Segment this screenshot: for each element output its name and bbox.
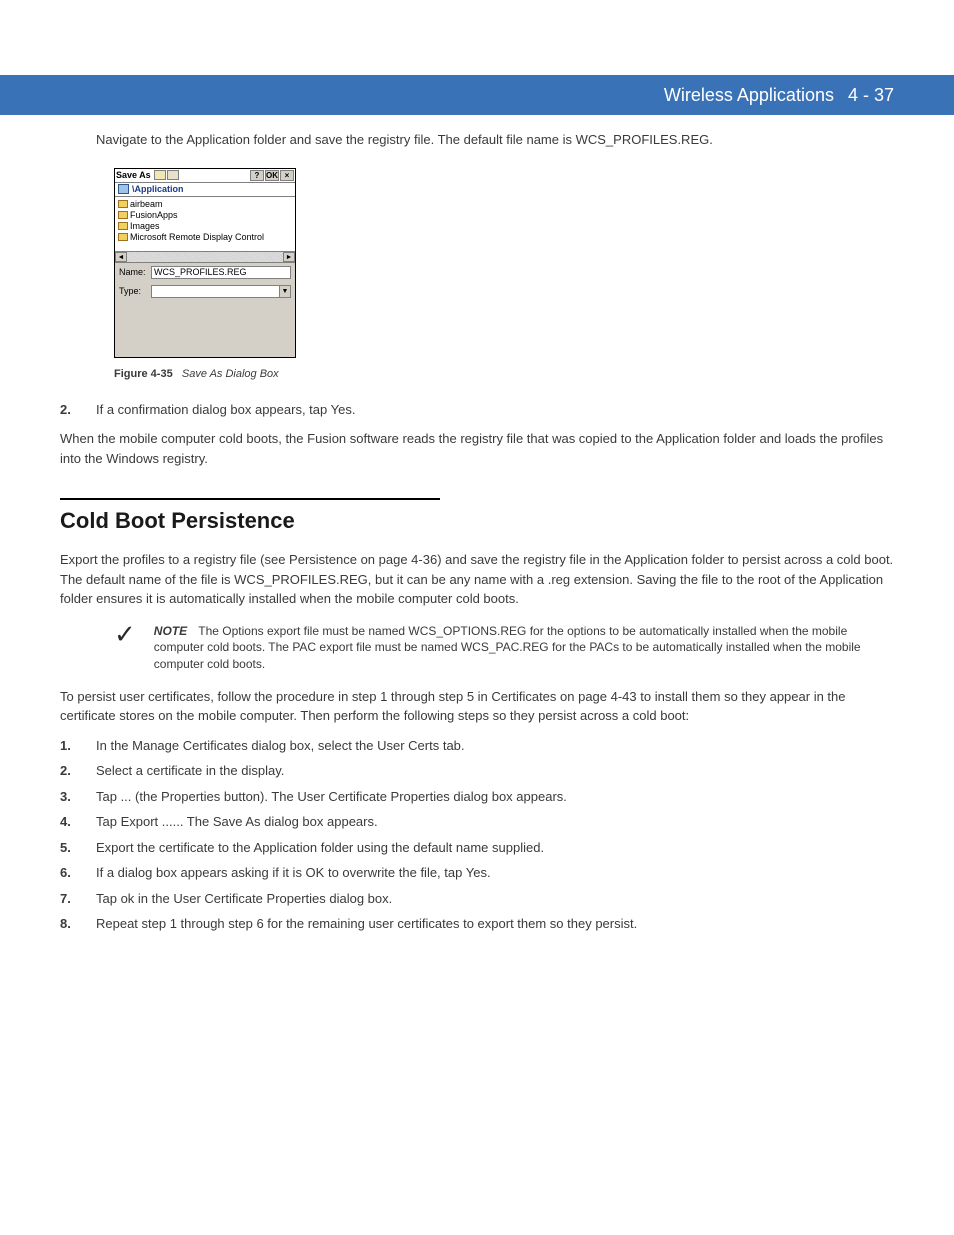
location-icon xyxy=(118,184,129,194)
list-item[interactable]: Images xyxy=(118,221,292,232)
list-item[interactable]: airbeam xyxy=(118,199,292,210)
persist-step: 5.Export the certificate to the Applicat… xyxy=(60,838,894,858)
folder-icon xyxy=(118,200,128,208)
path-text: \Application xyxy=(132,184,184,194)
scroll-track[interactable] xyxy=(127,252,283,262)
note-label: NOTE xyxy=(154,624,187,638)
step-number: 2. xyxy=(60,400,96,420)
check-icon: ✓ xyxy=(114,621,136,647)
step-text: If a dialog box appears asking if it is … xyxy=(96,863,894,883)
section-title: Cold Boot Persistence xyxy=(60,508,894,534)
persist-step: 6.If a dialog box appears asking if it i… xyxy=(60,863,894,883)
folder-icon xyxy=(118,222,128,230)
type-label: Type: xyxy=(119,286,151,296)
help-button[interactable]: ? xyxy=(250,170,264,181)
note-text: The Options export file must be named WC… xyxy=(154,624,861,672)
list-item[interactable]: FusionApps xyxy=(118,210,292,221)
folder-icon xyxy=(118,233,128,241)
save-as-dialog: Save As ? OK × \Application airbeam Fusi… xyxy=(114,168,296,358)
persist-step: 2.Select a certificate in the display. xyxy=(60,761,894,781)
header-title: Wireless Applications xyxy=(664,85,834,106)
type-select[interactable]: ▼ xyxy=(151,285,291,298)
persist-step: 8.Repeat step 1 through step 6 for the r… xyxy=(60,914,894,934)
page-header: Wireless Applications 4 - 37 xyxy=(0,75,954,115)
step-2: 2. If a confirmation dialog box appears,… xyxy=(60,400,894,420)
dialog-titlebar: Save As ? OK × xyxy=(115,169,295,183)
type-row: Type: ▼ xyxy=(115,282,295,301)
step-number: 1. xyxy=(60,736,96,756)
step-number: 6. xyxy=(60,863,96,883)
step-number: 2. xyxy=(60,761,96,781)
step-text: Export the certificate to the Applicatio… xyxy=(96,838,894,858)
step-text: Select a certificate in the display. xyxy=(96,761,894,781)
step-text: If a confirmation dialog box appears, ta… xyxy=(96,400,894,420)
chevron-down-icon[interactable]: ▼ xyxy=(279,286,290,297)
step-text: Tap ... (the Properties button). The Use… xyxy=(96,787,894,807)
step-number: 3. xyxy=(60,787,96,807)
section-rule xyxy=(60,498,440,500)
horizontal-scrollbar[interactable]: ◄ ► xyxy=(115,251,295,263)
step-text: In the Manage Certificates dialog box, s… xyxy=(96,736,894,756)
note-body: NOTE The Options export file must be nam… xyxy=(154,623,894,673)
scroll-left-icon[interactable]: ◄ xyxy=(115,252,127,262)
step-text: Repeat step 1 through step 6 for the rem… xyxy=(96,914,894,934)
folder-icon xyxy=(118,211,128,219)
scroll-right-icon[interactable]: ► xyxy=(283,252,295,262)
cold-boot-para: Export the profiles to a registry file (… xyxy=(60,550,894,609)
figure-title: Save As Dialog Box xyxy=(182,368,279,380)
name-input[interactable]: WCS_PROFILES.REG xyxy=(151,266,291,279)
file-list[interactable]: airbeam FusionApps Images Microsoft Remo… xyxy=(115,197,295,251)
persist-para: To persist user certificates, follow the… xyxy=(60,687,894,726)
figure-label: Figure 4-35 xyxy=(114,368,173,380)
step-number: 7. xyxy=(60,889,96,909)
after-step-para: When the mobile computer cold boots, the… xyxy=(60,429,894,468)
step-number: 5. xyxy=(60,838,96,858)
close-button[interactable]: × xyxy=(280,170,294,181)
name-label: Name: xyxy=(119,267,151,277)
save-as-dialog-figure: Save As ? OK × \Application airbeam Fusi… xyxy=(114,168,296,358)
step-text: Tap ok in the User Certificate Propertie… xyxy=(96,889,894,909)
header-page: 4 - 37 xyxy=(848,85,894,106)
persist-step: 3.Tap ... (the Properties button). The U… xyxy=(60,787,894,807)
intro-line: Navigate to the Application folder and s… xyxy=(96,130,894,150)
step-text: Tap Export ...... The Save As dialog box… xyxy=(96,812,894,832)
note-block: ✓ NOTE The Options export file must be n… xyxy=(114,623,894,673)
step-number: 4. xyxy=(60,812,96,832)
persist-step: 4.Tap Export ...... The Save As dialog b… xyxy=(60,812,894,832)
name-row: Name: WCS_PROFILES.REG xyxy=(115,263,295,282)
folder-up-icon[interactable] xyxy=(167,170,179,180)
ok-button[interactable]: OK xyxy=(265,170,279,181)
page-content: Navigate to the Application folder and s… xyxy=(60,130,894,940)
path-bar: \Application xyxy=(115,183,295,197)
persist-step: 7.Tap ok in the User Certificate Propert… xyxy=(60,889,894,909)
step-number: 8. xyxy=(60,914,96,934)
dialog-title: Save As xyxy=(116,170,151,180)
disk-icon[interactable] xyxy=(154,170,166,180)
figure-caption: Figure 4-35 Save As Dialog Box xyxy=(114,368,894,380)
list-item[interactable]: Microsoft Remote Display Control xyxy=(118,232,292,243)
persist-step: 1.In the Manage Certificates dialog box,… xyxy=(60,736,894,756)
